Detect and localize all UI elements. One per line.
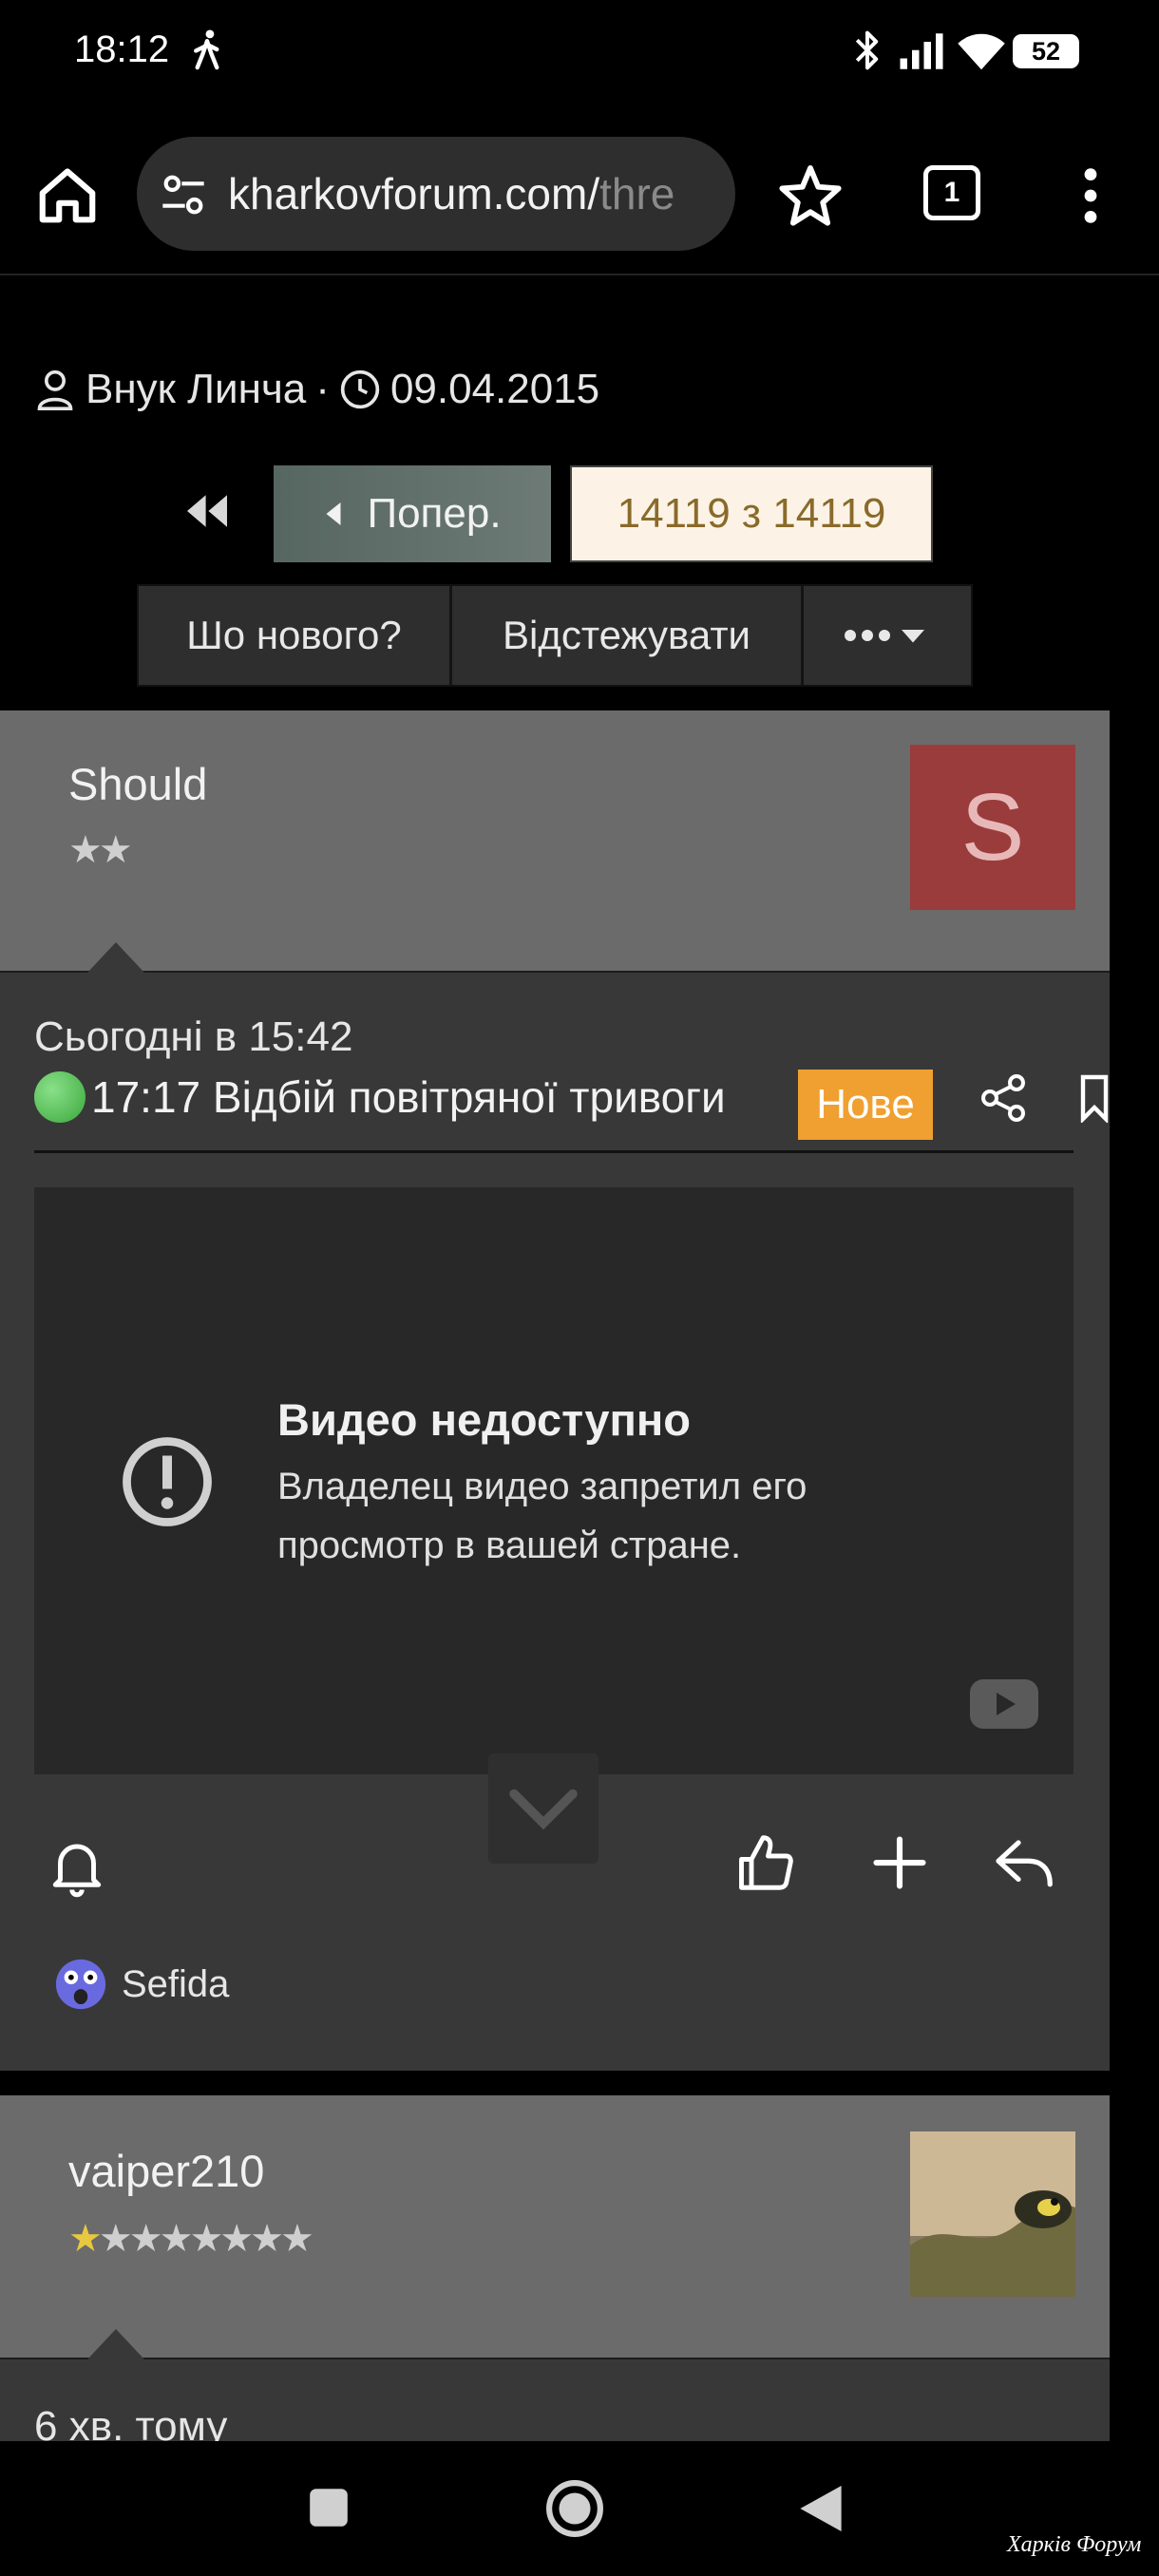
video-embed[interactable]: Видео недоступно Владелец видео запретил… bbox=[34, 1187, 1074, 1774]
post-username[interactable]: vaiper210 bbox=[68, 2145, 264, 2197]
ellipsis-dropdown-icon bbox=[845, 630, 924, 643]
wifi-icon bbox=[958, 33, 1005, 70]
bell-icon[interactable] bbox=[44, 1833, 110, 1900]
signal-icon bbox=[900, 33, 943, 69]
url-text[interactable]: kharkovforum.com/thre bbox=[228, 168, 722, 219]
first-page-icon[interactable] bbox=[180, 484, 234, 538]
reaction-user[interactable]: Sefida bbox=[122, 1963, 229, 2006]
bookmark-star-icon[interactable] bbox=[779, 163, 842, 226]
walking-icon bbox=[194, 29, 219, 70]
watch-button[interactable]: Відстежувати bbox=[452, 586, 804, 685]
post-time[interactable]: Сьогодні в 15:42 bbox=[34, 1013, 352, 1061]
post-arrow bbox=[87, 942, 144, 973]
chevron-down-icon bbox=[509, 1789, 578, 1830]
rank-stars-empty: ★★★★★★★ bbox=[98, 2218, 314, 2260]
new-badge: Нове bbox=[798, 1070, 933, 1140]
whats-new-button[interactable]: Шо нового? bbox=[139, 586, 452, 685]
alert-circle-icon bbox=[123, 1437, 212, 1526]
post-message: 17:17 Відбій повітряної тривоги bbox=[91, 1072, 726, 1122]
bluetooth-icon bbox=[855, 30, 879, 70]
green-circle-icon bbox=[34, 1071, 86, 1123]
expand-collapse-button[interactable] bbox=[488, 1753, 598, 1864]
site-settings-icon[interactable] bbox=[160, 171, 207, 218]
meta-separator: · bbox=[315, 366, 330, 412]
thread-actions: Шо нового? Відстежувати bbox=[137, 584, 973, 687]
watermark: Харків Форум bbox=[1007, 2532, 1142, 2557]
battery-indicator: 52 bbox=[1013, 34, 1079, 68]
bookmark-icon[interactable] bbox=[1079, 1073, 1110, 1123]
thread-author[interactable]: Внук Линча bbox=[86, 366, 306, 413]
avatar[interactable] bbox=[910, 2131, 1075, 2297]
like-thumb-icon[interactable] bbox=[732, 1829, 798, 1896]
tab-switcher-button[interactable]: 1 bbox=[923, 165, 980, 220]
avatar[interactable]: S bbox=[910, 745, 1075, 910]
post-separator bbox=[0, 2071, 1110, 2095]
caret-left-icon bbox=[326, 502, 341, 525]
rank-star-filled: ★ bbox=[68, 2218, 103, 2260]
plus-icon[interactable] bbox=[866, 1829, 933, 1896]
reply-icon[interactable] bbox=[992, 1829, 1058, 1896]
prev-page-button[interactable]: Попер. bbox=[274, 465, 551, 562]
back-triangle-icon[interactable] bbox=[798, 2483, 844, 2534]
post-divider bbox=[34, 1150, 1074, 1153]
thread-meta: Внук Линча · 09.04.2015 bbox=[34, 366, 599, 413]
user-rank-stars: ★★ bbox=[68, 829, 133, 871]
user-icon bbox=[37, 369, 73, 410]
post-text: 17:17 Відбій повітряної тривоги bbox=[34, 1071, 726, 1123]
video-error-title: Видео недоступно bbox=[277, 1394, 691, 1445]
user-rank-stars: ★★★★★★★★ bbox=[68, 2217, 314, 2261]
snake-avatar-image bbox=[910, 2131, 1075, 2297]
system-nav-bar bbox=[0, 2441, 1159, 2576]
url-host: kharkovforum.com/ bbox=[228, 169, 600, 218]
youtube-icon[interactable] bbox=[969, 1679, 1039, 1729]
shocked-face-icon bbox=[55, 1959, 106, 2010]
post-username[interactable]: Should bbox=[68, 758, 207, 810]
reactions[interactable]: Sefida bbox=[53, 1957, 229, 2012]
status-time: 18:12 bbox=[74, 28, 170, 70]
more-options-button[interactable] bbox=[804, 586, 971, 685]
clock-icon bbox=[340, 369, 380, 409]
thread-date[interactable]: 09.04.2015 bbox=[390, 366, 599, 413]
share-icon[interactable] bbox=[980, 1073, 1026, 1123]
home-circle-icon[interactable] bbox=[545, 2479, 604, 2538]
recents-square-icon[interactable] bbox=[308, 2487, 350, 2529]
prev-page-label: Попер. bbox=[367, 490, 502, 537]
video-error-message: Владелец видео запретил его просмотр в в… bbox=[277, 1466, 808, 1566]
home-icon[interactable] bbox=[34, 161, 101, 228]
url-path: thre bbox=[599, 169, 675, 218]
post-arrow bbox=[87, 2329, 144, 2359]
more-menu-icon[interactable] bbox=[1072, 165, 1110, 226]
browser-toolbar: kharkovforum.com/thre 1 bbox=[0, 104, 1159, 275]
status-bar: 18:12 52 bbox=[0, 0, 1159, 104]
current-page[interactable]: 14119 з 14119 bbox=[570, 465, 933, 562]
address-bar[interactable]: kharkovforum.com/thre bbox=[137, 137, 735, 251]
